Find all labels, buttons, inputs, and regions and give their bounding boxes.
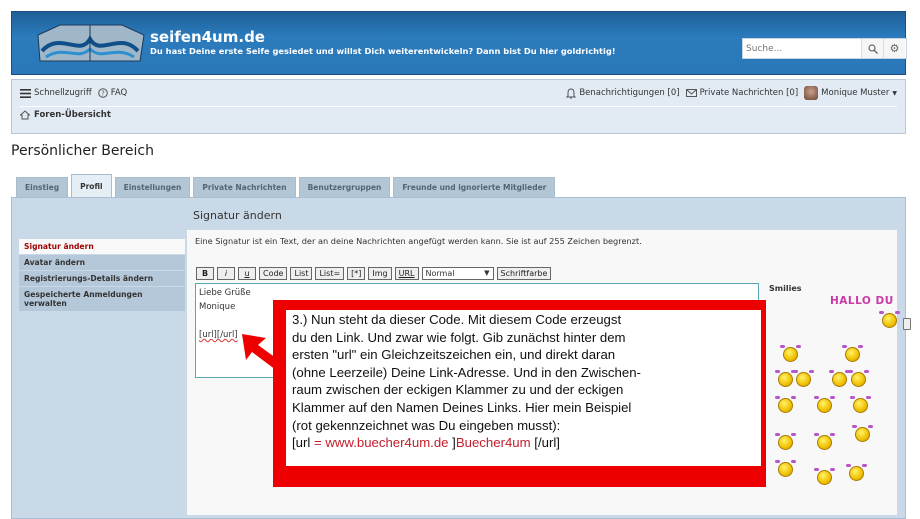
smiley-icon[interactable] [850,396,871,413]
smiley-icon[interactable] [814,468,835,485]
gear-icon: ⚙ [889,42,900,55]
username: Monique Muster [821,88,890,98]
instruction-line: Klammer auf den Namen Deines Links. Hier… [292,399,632,415]
example-close-bracket: ] [448,435,456,451]
navbar: Schnellzugriff ? FAQ Benachrichtigungen … [11,79,906,134]
site-title[interactable]: seifen4um.de [150,28,265,46]
example-address: www.buecher4um.de [325,435,449,451]
smiley-icon[interactable] [793,370,814,387]
tab-overview[interactable]: Einstieg [16,177,69,197]
site-description: Du hast Deine erste Seife gesiedet und w… [150,46,616,56]
bell-icon [566,87,577,99]
smiley-icon[interactable] [775,433,796,450]
side-item-saved-logins[interactable]: Gespeicherte Anmeldungen verwalten [19,287,185,312]
instruction-line: raum zwischen der eckigen Klammer zu und… [292,382,624,398]
code-button[interactable]: Code [259,267,288,280]
dropdown-arrow-icon: ▼ [484,269,490,277]
tab-friends-foes[interactable]: Freunde und ignorierte Mitglieder [393,177,556,197]
smiley-icon[interactable] [842,345,863,362]
smilies-scrollbar[interactable] [903,318,911,330]
caret-down-icon: ▼ [892,89,897,97]
ucp-tabs: Einstieg Profil Einstellungen Private Na… [16,174,556,197]
bold-button[interactable]: B [196,267,214,280]
smiley-icon[interactable] [775,460,796,477]
example-code: [url = www.buecher4um.de ]Buecher4um [/u… [292,434,755,452]
url-button[interactable]: URL [394,267,419,280]
user-menu[interactable]: Monique Muster ▼ [804,86,897,100]
smiley-icon[interactable] [814,396,835,413]
signature-intro: Eine Signatur ist ein Text, der an deine… [195,236,642,246]
example-equals: = [310,435,326,451]
side-item-edit-signature[interactable]: Signatur ändern [19,239,185,255]
smiley-icon[interactable] [879,311,900,328]
instruction-line: (rot gekennzeichnet was Du eingeben muss… [292,417,561,433]
smiley-icon[interactable] [814,433,835,450]
font-size-value: Normal [425,269,455,278]
example-link-name: Buecher4um [455,435,531,451]
page-title: Persönlicher Bereich [11,143,154,159]
search-button[interactable] [861,39,883,58]
instruction-callout: 3.) Nun steht da dieser Code. Mit diesem… [273,300,766,487]
home-icon [20,110,30,120]
smiley-icon[interactable] [775,396,796,413]
avatar [804,86,819,100]
help-icon: ? [97,88,108,98]
smiley-icon[interactable] [829,370,850,387]
advanced-search-button[interactable]: ⚙ [883,39,905,58]
ordered-list-button[interactable]: List= [315,267,345,280]
search-icon [867,43,878,54]
smiley-hallo-du[interactable]: HALLO DU [830,295,894,307]
smiley-icon[interactable] [852,425,873,442]
side-menu: Signatur ändern Avatar ändern Registrier… [19,239,185,312]
envelope-icon [685,89,697,97]
search-input[interactable] [743,39,861,58]
example-end-tag: [/url] [530,435,560,451]
tab-private-messages[interactable]: Private Nachrichten [193,177,296,197]
smiley-icon[interactable] [775,370,796,387]
tab-usergroups[interactable]: Benutzergruppen [298,177,391,197]
notifications-label: Benachrichtigungen [0] [579,88,680,98]
font-color-button[interactable]: Schriftfarbe [496,267,552,280]
font-size-select[interactable]: Normal ▼ [421,267,494,280]
list-item-button[interactable]: [*] [347,267,366,280]
breadcrumb-forum-index[interactable]: Foren-Übersicht [34,110,111,120]
private-messages-link[interactable]: Private Nachrichten [0] [685,88,799,98]
site-logo[interactable] [30,21,148,65]
bbcode-toolbar: B i u Code List List= [*] Img URL Normal… [196,267,552,280]
private-messages-label: Private Nachrichten [0] [699,88,799,98]
breadcrumb[interactable]: Foren-Übersicht [20,110,111,120]
smiley-icon[interactable] [846,464,867,481]
image-button[interactable]: Img [368,267,392,280]
example-open-tag: [url [292,435,311,451]
side-item-edit-avatar[interactable]: Avatar ändern [19,255,185,271]
list-button[interactable]: List [290,267,313,280]
search-box: ⚙ [742,38,907,59]
smiley-icon[interactable] [848,370,869,387]
hamburger-icon [20,88,31,98]
instruction-text: 3.) Nun steht da dieser Code. Mit diesem… [286,310,761,466]
instruction-line: (ohne Leerzeile) Deine Link-Adresse. Und… [292,364,641,380]
site-header: seifen4um.de Du hast Deine erste Seife g… [11,11,907,75]
section-title: Signatur ändern [193,209,282,222]
instruction-line: du den Link. Und zwar wie folgt. Gib zun… [292,329,626,345]
instruction-line: ersten "url" ein Gleichzeitszeichen ein,… [292,347,616,363]
smilies-title: Smilies [769,284,802,293]
editor-line: Liebe Grüße [199,288,251,298]
faq-link[interactable]: ? FAQ [97,88,128,98]
quick-access-menu[interactable]: Schnellzugriff [20,88,92,98]
faq-label: FAQ [110,88,128,98]
svg-text:?: ? [101,90,105,98]
instruction-line: 3.) Nun steht da dieser Code. Mit diesem… [292,312,622,327]
quick-access-label: Schnellzugriff [34,88,92,98]
tab-preferences[interactable]: Einstellungen [114,177,191,197]
smiley-icon[interactable] [780,345,801,362]
tab-profile[interactable]: Profil [71,174,112,197]
notifications-link[interactable]: Benachrichtigungen [0] [566,87,680,99]
italic-button[interactable]: i [217,267,235,280]
underline-button[interactable]: u [238,267,256,280]
side-item-registration-details[interactable]: Registrierungs-Details ändern [19,271,185,287]
